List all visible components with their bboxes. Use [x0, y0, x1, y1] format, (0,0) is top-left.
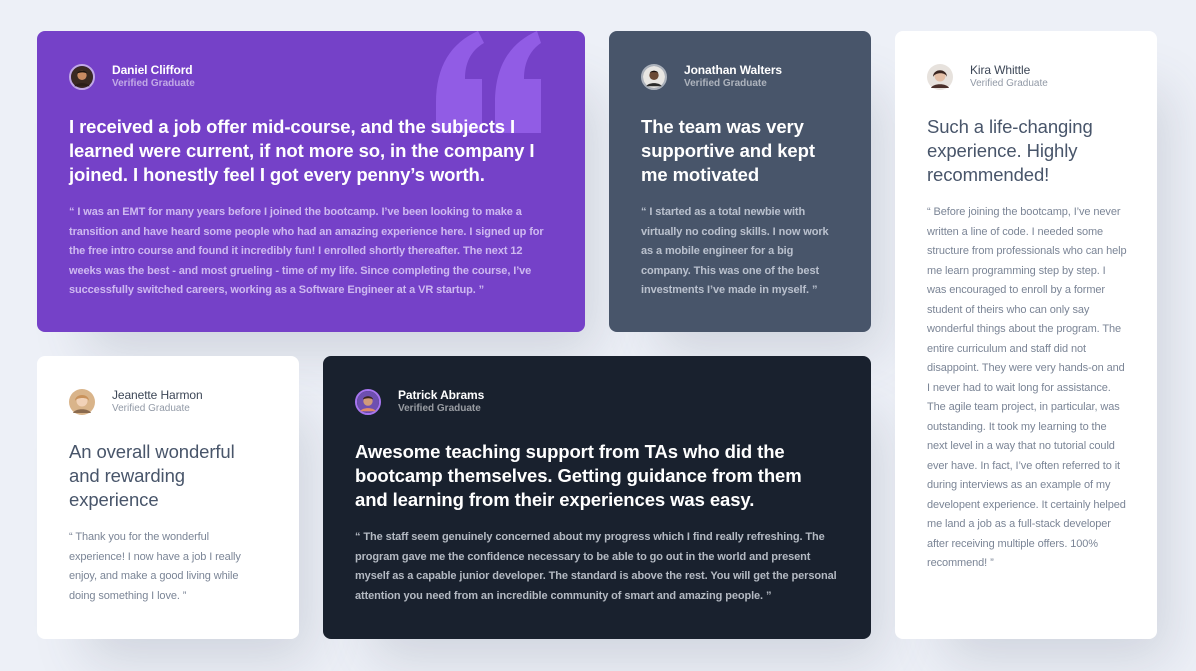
- author-role: Verified Graduate: [684, 78, 767, 89]
- author-role: Verified Graduate: [112, 78, 195, 89]
- testimonial-quote: “ Thank you for the wonderful experience…: [69, 531, 241, 602]
- author-name: Jonathan Walters: [684, 63, 782, 77]
- author-block: Jeanette Harmon Verified Graduate: [69, 388, 267, 416]
- avatar-icon: [927, 64, 953, 90]
- testimonial-card-patrick: Patrick Abrams Verified Graduate Awesome…: [323, 356, 871, 639]
- author-role: Verified Graduate: [398, 403, 481, 414]
- author-role: Verified Graduate: [112, 403, 190, 414]
- testimonial-headline: An overall wonderful and rewarding exper…: [69, 441, 235, 510]
- avatar-icon: [69, 389, 95, 415]
- author-name: Jeanette Harmon: [112, 388, 203, 402]
- testimonial-card-daniel: Daniel Clifford Verified Graduate I rece…: [37, 31, 585, 332]
- avatar-icon: [69, 64, 95, 90]
- avatar-icon: [355, 389, 381, 415]
- testimonial-headline: Awesome teaching support from TAs who di…: [355, 441, 802, 510]
- testimonial-quote: “ I started as a total newbie with virtu…: [641, 206, 829, 296]
- testimonial-quote: “ Before joining the bootcamp, I’ve neve…: [927, 206, 1127, 569]
- author-name: Kira Whittle: [970, 63, 1031, 77]
- testimonial-card-jeanette: Jeanette Harmon Verified Graduate An ove…: [37, 356, 299, 639]
- testimonial-headline: Such a life-changing experience. Highly …: [927, 116, 1093, 185]
- testimonial-card-kira: Kira Whittle Verified Graduate Such a li…: [895, 31, 1157, 639]
- testimonial-headline: I received a job offer mid-course, and t…: [69, 116, 535, 185]
- testimonial-card-jonathan: Jonathan Walters Verified Graduate The t…: [609, 31, 871, 332]
- author-block: Jonathan Walters Verified Graduate: [641, 63, 839, 91]
- author-block: Daniel Clifford Verified Graduate: [69, 63, 553, 91]
- testimonial-headline: The team was very supportive and kept me…: [641, 116, 815, 185]
- author-block: Patrick Abrams Verified Graduate: [355, 388, 839, 416]
- avatar-icon: [641, 64, 667, 90]
- author-name: Daniel Clifford: [112, 63, 193, 77]
- testimonial-quote: “ I was an EMT for many years before I j…: [69, 206, 544, 296]
- author-role: Verified Graduate: [970, 78, 1048, 89]
- author-name: Patrick Abrams: [398, 388, 485, 402]
- author-block: Kira Whittle Verified Graduate: [927, 63, 1125, 91]
- testimonial-quote: “ The staff seem genuinely concerned abo…: [355, 531, 837, 602]
